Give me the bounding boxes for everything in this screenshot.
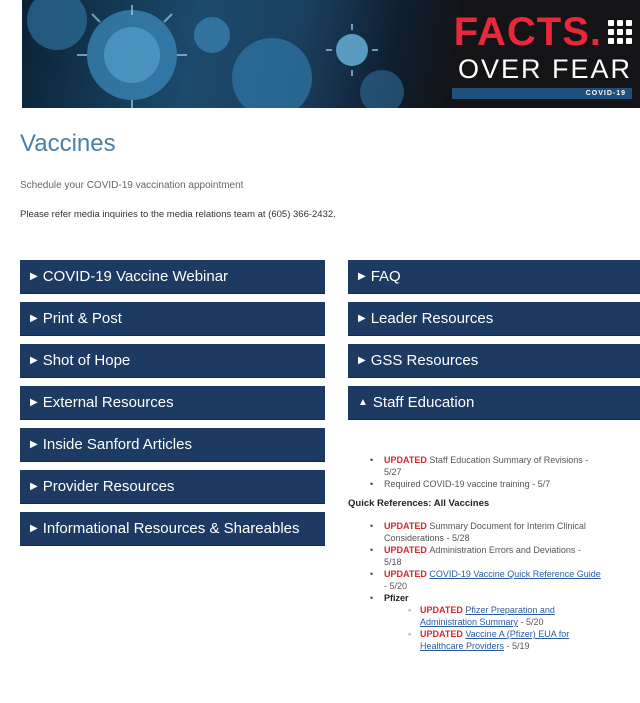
staff-education-panel: • UPDATED Staff Education Summary of Rev… — [348, 440, 640, 652]
dots-grid-icon — [608, 20, 632, 44]
bullet-icon: • — [370, 455, 374, 465]
accordion-shot-of-hope[interactable]: ▶ Shot of Hope — [20, 344, 325, 378]
caret-right-icon: ▶ — [30, 397, 38, 408]
updated-badge: UPDATED — [384, 545, 430, 555]
quick-reference-guide-link[interactable]: COVID-19 Vaccine Quick Reference Guide — [429, 569, 600, 579]
accordion-gss-resources[interactable]: ▶ GSS Resources — [348, 344, 640, 378]
accordion-label: Informational Resources & Shareables — [42, 520, 300, 537]
caret-right-icon: ▶ — [30, 481, 38, 492]
list-item: ◦ UPDATED Pfizer Preparation and Adminis… — [348, 604, 640, 628]
media-relations-text: Please refer media inquiries to the medi… — [20, 209, 336, 220]
accordion-label: FAQ — [370, 268, 401, 285]
item-date: 5/18 — [384, 557, 402, 567]
caret-right-icon: ▶ — [30, 523, 38, 534]
circle-bullet-icon: ◦ — [408, 605, 412, 615]
list-item: • UPDATED Staff Education Summary of Rev… — [348, 454, 640, 478]
bullet-icon: • — [370, 545, 374, 555]
circle-bullet-icon: ◦ — [408, 629, 412, 639]
bullet-icon: • — [370, 593, 374, 603]
updated-badge: UPDATED — [384, 521, 430, 531]
schedule-appointment-link[interactable]: Schedule your COVID-19 vaccination appoi… — [20, 180, 243, 191]
accordion-informational-resources[interactable]: ▶ Informational Resources & Shareables — [20, 512, 325, 546]
caret-right-icon: ▶ — [30, 313, 38, 324]
over-fear-text: OVER FEAR — [457, 54, 632, 84]
quick-references-heading: Quick References: All Vaccines — [348, 498, 490, 509]
caret-right-icon: ▶ — [358, 313, 366, 324]
accordion-print-post[interactable]: ▶ Print & Post — [20, 302, 325, 336]
caret-right-icon: ▶ — [30, 355, 38, 366]
summary-document-link[interactable]: Summary Document for Interim Clinical — [429, 521, 586, 531]
required-training-link[interactable]: Required COVID-19 vaccine training - 5/7 — [384, 479, 550, 489]
caret-right-icon: ▶ — [358, 271, 366, 282]
caret-right-icon: ▶ — [30, 271, 38, 282]
page-title: Vaccines — [20, 130, 116, 157]
accordion-label: Provider Resources — [42, 478, 175, 495]
accordion-label: Inside Sanford Articles — [42, 436, 192, 453]
bullet-icon: • — [370, 569, 374, 579]
accordion-staff-education[interactable]: ▲ Staff Education — [348, 386, 640, 420]
accordion-external-resources[interactable]: ▶ External Resources — [20, 386, 325, 420]
list-item: • UPDATED Summary Document for Interim C… — [348, 520, 640, 544]
staff-education-list: • UPDATED Staff Education Summary of Rev… — [348, 454, 640, 490]
caret-up-icon: ▲ — [358, 397, 368, 408]
pfizer-eua-link-cont[interactable]: Healthcare Providers — [420, 641, 504, 651]
accordion-label: COVID-19 Vaccine Webinar — [42, 268, 229, 285]
updated-badge: UPDATED — [384, 455, 430, 465]
pfizer-preparation-link-cont[interactable]: Administration Summary — [420, 617, 518, 627]
quick-references-list: • UPDATED Summary Document for Interim C… — [348, 520, 640, 604]
administration-errors-link[interactable]: Administration Errors and Deviations - — [429, 545, 581, 555]
accordion-inside-sanford-articles[interactable]: ▶ Inside Sanford Articles — [20, 428, 325, 462]
accordion-label: GSS Resources — [370, 352, 479, 369]
accordion-label: Shot of Hope — [42, 352, 131, 369]
updated-badge: UPDATED — [420, 629, 466, 639]
list-item: • Pfizer — [348, 592, 640, 604]
item-date: Considerations - 5/28 — [384, 533, 470, 543]
updated-badge: UPDATED — [384, 569, 430, 579]
accordion-label: External Resources — [42, 394, 174, 411]
accordion-label: Print & Post — [42, 310, 122, 327]
pfizer-preparation-link[interactable]: Pfizer Preparation and — [465, 605, 555, 615]
accordion-provider-resources[interactable]: ▶ Provider Resources — [20, 470, 325, 504]
bullet-icon: • — [370, 521, 374, 531]
facts-over-fear-logo: FACTS. OVER FEAR COVID-19 — [436, 12, 632, 99]
accordion-faq[interactable]: ▶ FAQ — [348, 260, 640, 294]
list-item: ◦ UPDATED Vaccine A (Pfizer) EUA for Hea… — [348, 628, 640, 652]
list-item: • UPDATED COVID-19 Vaccine Quick Referen… — [348, 568, 640, 592]
hero-banner: FACTS. OVER FEAR COVID-19 — [22, 0, 640, 108]
caret-right-icon: ▶ — [30, 439, 38, 450]
accordion-leader-resources[interactable]: ▶ Leader Resources — [348, 302, 640, 336]
virus-illustration — [27, 0, 404, 108]
list-item: • Required COVID-19 vaccine training - 5… — [348, 478, 640, 490]
list-item: • UPDATED Administration Errors and Devi… — [348, 544, 640, 568]
pfizer-eua-link[interactable]: Vaccine A (Pfizer) EUA for — [465, 629, 569, 639]
accordion-covid-vaccine-webinar[interactable]: ▶ COVID-19 Vaccine Webinar — [20, 260, 325, 294]
covid-tag: COVID-19 — [452, 88, 632, 99]
pfizer-label: Pfizer — [384, 593, 409, 603]
updated-badge: UPDATED — [420, 605, 466, 615]
bullet-icon: • — [370, 479, 374, 489]
caret-right-icon: ▶ — [358, 355, 366, 366]
item-date: 5/27 — [384, 467, 402, 477]
pfizer-sublist: ◦ UPDATED Pfizer Preparation and Adminis… — [348, 604, 640, 652]
accordion-label: Leader Resources — [370, 310, 494, 327]
staff-education-summary-link[interactable]: Staff Education Summary of Revisions - — [429, 455, 588, 465]
item-date: - 5/19 — [504, 641, 530, 651]
item-date: - 5/20 — [518, 617, 544, 627]
facts-text: FACTS. — [453, 10, 602, 54]
accordion-label: Staff Education — [372, 394, 475, 411]
item-date: - 5/20 — [384, 581, 408, 591]
